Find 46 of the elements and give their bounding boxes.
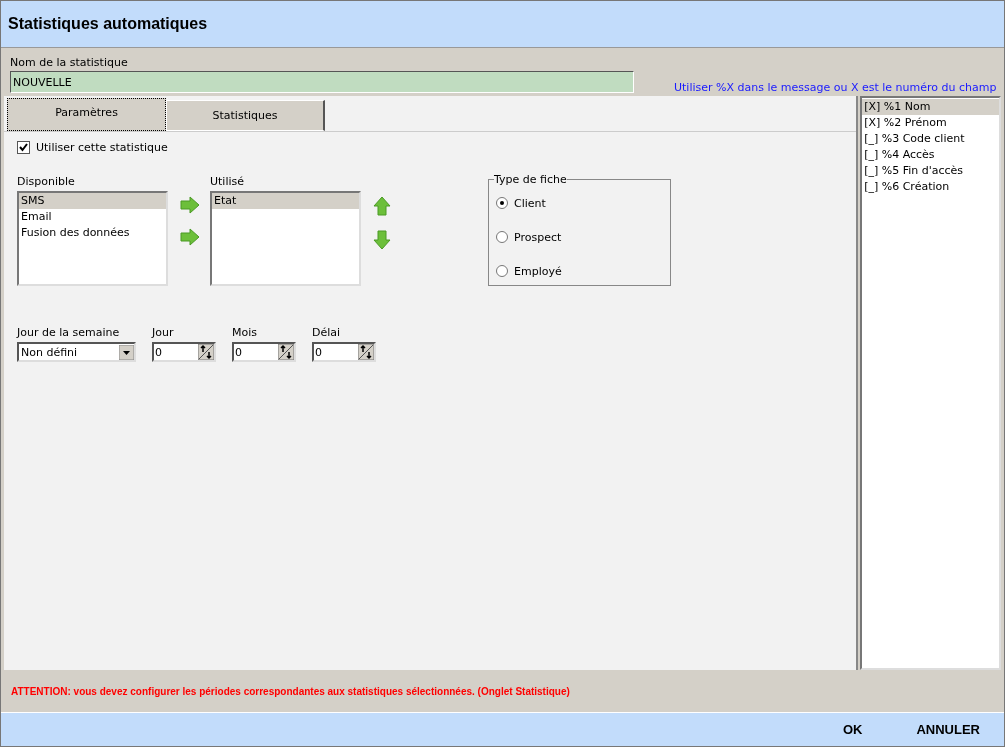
spinner-field[interactable]: 0 [312,342,376,362]
up-arrow-icon[interactable] [373,196,391,216]
spinner-field[interactable]: 0 [232,342,296,362]
field-label: Jour de la semaine [17,326,121,340]
tab[interactable]: Paramètres [7,98,166,131]
field-list-item[interactable]: [_] %5 Fin d'accès [862,163,999,179]
list-item[interactable]: Fusion des données [19,225,166,241]
field-list-item[interactable]: [X] %2 Prénom [862,115,999,131]
checkbox[interactable] [17,141,30,154]
right-arrow-icon[interactable] [180,228,200,246]
list-label: Utilisé [210,175,246,189]
dialog-button[interactable]: OK [840,718,865,741]
weekday-dropdown[interactable]: Non défini [17,342,136,362]
list-item[interactable]: Email [19,209,166,225]
dropdown-caret-icon[interactable] [119,344,134,360]
field-list-item[interactable]: [X] %1 Nom [862,99,999,115]
field-label: Nom de la statistique [10,56,129,70]
field-list-item[interactable]: [_] %4 Accès [862,147,999,163]
radio-label: Prospect [514,230,562,244]
list-item[interactable]: SMS [19,193,166,209]
radio-button[interactable] [496,265,508,277]
radio-label: Employé [514,264,562,278]
list-label: Disponible [17,175,76,189]
hint-text: Utiliser %X dans le message ou X est le numéro du champ [674,81,997,94]
radio-label: Client [514,196,546,210]
field-label: Jour [152,326,175,340]
radio-button[interactable] [496,197,508,209]
group-title: Type de fiche [494,173,567,186]
list-item[interactable]: Etat [212,193,359,209]
window-title: Statistiques automatiques [8,15,208,33]
dialog-button[interactable]: ANNULER [914,718,982,741]
spin-arrows-icon[interactable] [358,344,374,360]
right-arrow-icon[interactable] [180,196,200,214]
spin-arrows-icon[interactable] [278,344,294,360]
spinner-field[interactable]: 0 [152,342,216,362]
checkbox-label: Utiliser cette statistique [36,141,168,154]
field-list-item[interactable]: [_] %3 Code client [862,131,999,147]
field-label: Mois [232,326,258,340]
warning-text: ATTENTION: vous devez configurer les périodes correspondantes aux statistiques sélectionnées. (Onglet Statistique) [11,685,570,697]
tab[interactable]: Statistiques [166,100,325,131]
field-label: Délai [312,326,342,340]
radio-button[interactable] [496,231,508,243]
name-input-field[interactable]: NOUVELLE [10,71,634,93]
down-arrow-icon[interactable] [373,230,391,250]
spin-arrows-icon[interactable] [198,344,214,360]
field-list-item[interactable]: [_] %6 Création [862,179,999,195]
